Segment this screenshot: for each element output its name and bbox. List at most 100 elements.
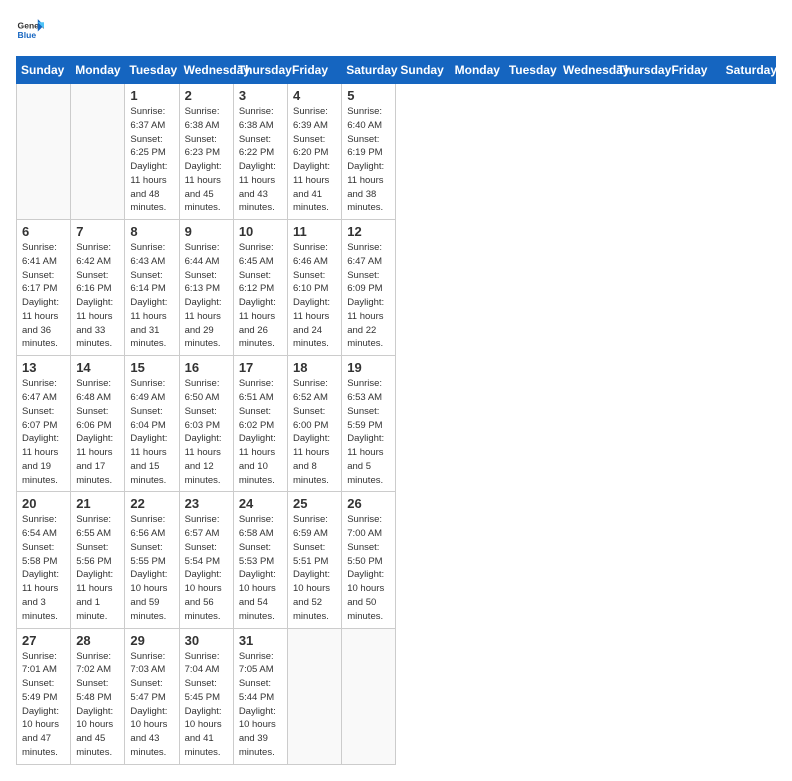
day-header-wednesday: Wednesday	[559, 57, 613, 84]
day-header-sunday: Sunday	[396, 57, 450, 84]
week-row-2: 6Sunrise: 6:41 AM Sunset: 6:17 PM Daylig…	[17, 220, 776, 356]
header-row: SundayMondayTuesdayWednesdayThursdayFrid…	[17, 57, 776, 84]
day-number: 2	[185, 88, 228, 103]
day-info: Sunrise: 6:43 AM Sunset: 6:14 PM Dayligh…	[130, 241, 173, 351]
calendar-cell: 21 Sunrise: 6:55 AM Sunset: 5:56 PM Dayli…	[71, 492, 125, 628]
day-info: Sunrise: 6:57 AM Sunset: 5:54 PM Dayligh…	[185, 513, 228, 623]
calendar-cell	[17, 84, 71, 220]
calendar-cell: 12 Sunrise: 6:47 AM Sunset: 6:09 PM Dayli…	[342, 220, 396, 356]
day-info: Sunrise: 6:38 AM Sunset: 6:22 PM Dayligh…	[239, 105, 282, 215]
day-info: Sunrise: 6:59 AM Sunset: 5:51 PM Dayligh…	[293, 513, 336, 623]
day-number: 3	[239, 88, 282, 103]
day-number: 16	[185, 360, 228, 375]
day-info: Sunrise: 6:37 AM Sunset: 6:25 PM Dayligh…	[130, 105, 173, 215]
calendar-cell: 16 Sunrise: 6:50 AM Sunset: 6:03 PM Dayli…	[179, 356, 233, 492]
day-number: 19	[347, 360, 390, 375]
day-info: Sunrise: 6:46 AM Sunset: 6:10 PM Dayligh…	[293, 241, 336, 351]
day-header-saturday: Saturday	[342, 57, 396, 84]
calendar-cell: 11 Sunrise: 6:46 AM Sunset: 6:10 PM Dayli…	[288, 220, 342, 356]
calendar-cell: 25Sunrise: 6:59 AM Sunset: 5:51 PM Dayli…	[288, 492, 342, 628]
day-number: 7	[76, 224, 119, 239]
day-number: 11	[293, 224, 336, 239]
day-number: 9	[185, 224, 228, 239]
day-number: 21	[76, 496, 119, 511]
day-number: 4	[293, 88, 336, 103]
day-info: Sunrise: 6:50 AM Sunset: 6:03 PM Dayligh…	[185, 377, 228, 487]
calendar-cell: 15Sunrise: 6:49 AM Sunset: 6:04 PM Dayli…	[125, 356, 179, 492]
day-header-friday: Friday	[667, 57, 721, 84]
week-row-3: 13Sunrise: 6:47 AM Sunset: 6:07 PM Dayli…	[17, 356, 776, 492]
calendar-cell: 23 Sunrise: 6:57 AM Sunset: 5:54 PM Dayli…	[179, 492, 233, 628]
day-info: Sunrise: 7:04 AM Sunset: 5:45 PM Dayligh…	[185, 650, 228, 760]
calendar-cell: 1 Sunrise: 6:37 AM Sunset: 6:25 PM Daylig…	[125, 84, 179, 220]
day-number: 22	[130, 496, 173, 511]
week-row-5: 27 Sunrise: 7:01 AM Sunset: 5:49 PM Dayli…	[17, 628, 776, 764]
calendar-cell: 30 Sunrise: 7:04 AM Sunset: 5:45 PM Dayli…	[179, 628, 233, 764]
calendar-cell: 4Sunrise: 6:39 AM Sunset: 6:20 PM Daylig…	[288, 84, 342, 220]
day-info: Sunrise: 6:45 AM Sunset: 6:12 PM Dayligh…	[239, 241, 282, 351]
calendar-body: 1 Sunrise: 6:37 AM Sunset: 6:25 PM Daylig…	[17, 84, 776, 765]
day-number: 27	[22, 633, 65, 648]
day-number: 8	[130, 224, 173, 239]
day-number: 28	[76, 633, 119, 648]
day-number: 12	[347, 224, 390, 239]
day-info: Sunrise: 7:02 AM Sunset: 5:48 PM Dayligh…	[76, 650, 119, 760]
calendar-cell: 26Sunrise: 7:00 AM Sunset: 5:50 PM Dayli…	[342, 492, 396, 628]
day-info: Sunrise: 6:54 AM Sunset: 5:58 PM Dayligh…	[22, 513, 65, 623]
calendar-cell: 17 Sunrise: 6:51 AM Sunset: 6:02 PM Dayli…	[233, 356, 287, 492]
day-info: Sunrise: 6:38 AM Sunset: 6:23 PM Dayligh…	[185, 105, 228, 215]
day-number: 24	[239, 496, 282, 511]
logo-icon: General Blue	[16, 16, 44, 44]
day-info: Sunrise: 6:51 AM Sunset: 6:02 PM Dayligh…	[239, 377, 282, 487]
day-header-thursday: Thursday	[233, 57, 287, 84]
calendar-cell: 6Sunrise: 6:41 AM Sunset: 6:17 PM Daylig…	[17, 220, 71, 356]
day-header-sunday: Sunday	[17, 57, 71, 84]
week-row-1: 1 Sunrise: 6:37 AM Sunset: 6:25 PM Daylig…	[17, 84, 776, 220]
calendar-cell: 19 Sunrise: 6:53 AM Sunset: 5:59 PM Dayli…	[342, 356, 396, 492]
day-number: 23	[185, 496, 228, 511]
day-number: 14	[76, 360, 119, 375]
day-number: 1	[130, 88, 173, 103]
calendar-cell: 31Sunrise: 7:05 AM Sunset: 5:44 PM Dayli…	[233, 628, 287, 764]
svg-text:Blue: Blue	[18, 30, 37, 40]
day-info: Sunrise: 6:42 AM Sunset: 6:16 PM Dayligh…	[76, 241, 119, 351]
day-header-friday: Friday	[288, 57, 342, 84]
day-info: Sunrise: 6:41 AM Sunset: 6:17 PM Dayligh…	[22, 241, 65, 351]
day-info: Sunrise: 7:05 AM Sunset: 5:44 PM Dayligh…	[239, 650, 282, 760]
day-info: Sunrise: 6:40 AM Sunset: 6:19 PM Dayligh…	[347, 105, 390, 215]
day-header-monday: Monday	[71, 57, 125, 84]
day-info: Sunrise: 7:01 AM Sunset: 5:49 PM Dayligh…	[22, 650, 65, 760]
calendar-cell: 2 Sunrise: 6:38 AM Sunset: 6:23 PM Daylig…	[179, 84, 233, 220]
calendar-cell	[342, 628, 396, 764]
calendar-cell: 3 Sunrise: 6:38 AM Sunset: 6:22 PM Daylig…	[233, 84, 287, 220]
calendar-cell: 24Sunrise: 6:58 AM Sunset: 5:53 PM Dayli…	[233, 492, 287, 628]
day-info: Sunrise: 6:44 AM Sunset: 6:13 PM Dayligh…	[185, 241, 228, 351]
day-info: Sunrise: 6:47 AM Sunset: 6:07 PM Dayligh…	[22, 377, 65, 487]
day-number: 17	[239, 360, 282, 375]
day-header-monday: Monday	[450, 57, 504, 84]
day-number: 15	[130, 360, 173, 375]
calendar-cell: 5Sunrise: 6:40 AM Sunset: 6:19 PM Daylig…	[342, 84, 396, 220]
day-header-tuesday: Tuesday	[125, 57, 179, 84]
page-header: General Blue	[16, 16, 776, 44]
calendar-cell: 27 Sunrise: 7:01 AM Sunset: 5:49 PM Dayli…	[17, 628, 71, 764]
day-number: 29	[130, 633, 173, 648]
calendar-table: SundayMondayTuesdayWednesdayThursdayFrid…	[16, 56, 776, 765]
calendar-cell: 13Sunrise: 6:47 AM Sunset: 6:07 PM Dayli…	[17, 356, 71, 492]
day-info: Sunrise: 6:53 AM Sunset: 5:59 PM Dayligh…	[347, 377, 390, 487]
day-info: Sunrise: 6:47 AM Sunset: 6:09 PM Dayligh…	[347, 241, 390, 351]
calendar-cell: 9 Sunrise: 6:44 AM Sunset: 6:13 PM Daylig…	[179, 220, 233, 356]
day-info: Sunrise: 6:56 AM Sunset: 5:55 PM Dayligh…	[130, 513, 173, 623]
day-number: 30	[185, 633, 228, 648]
calendar-cell: 14Sunrise: 6:48 AM Sunset: 6:06 PM Dayli…	[71, 356, 125, 492]
calendar-cell: 7 Sunrise: 6:42 AM Sunset: 6:16 PM Daylig…	[71, 220, 125, 356]
day-info: Sunrise: 6:55 AM Sunset: 5:56 PM Dayligh…	[76, 513, 119, 623]
day-info: Sunrise: 7:03 AM Sunset: 5:47 PM Dayligh…	[130, 650, 173, 760]
calendar-header: SundayMondayTuesdayWednesdayThursdayFrid…	[17, 57, 776, 84]
day-header-saturday: Saturday	[721, 57, 775, 84]
calendar-cell: 22 Sunrise: 6:56 AM Sunset: 5:55 PM Dayli…	[125, 492, 179, 628]
logo: General Blue	[16, 16, 44, 44]
day-info: Sunrise: 7:00 AM Sunset: 5:50 PM Dayligh…	[347, 513, 390, 623]
week-row-4: 20Sunrise: 6:54 AM Sunset: 5:58 PM Dayli…	[17, 492, 776, 628]
calendar-cell: 20Sunrise: 6:54 AM Sunset: 5:58 PM Dayli…	[17, 492, 71, 628]
